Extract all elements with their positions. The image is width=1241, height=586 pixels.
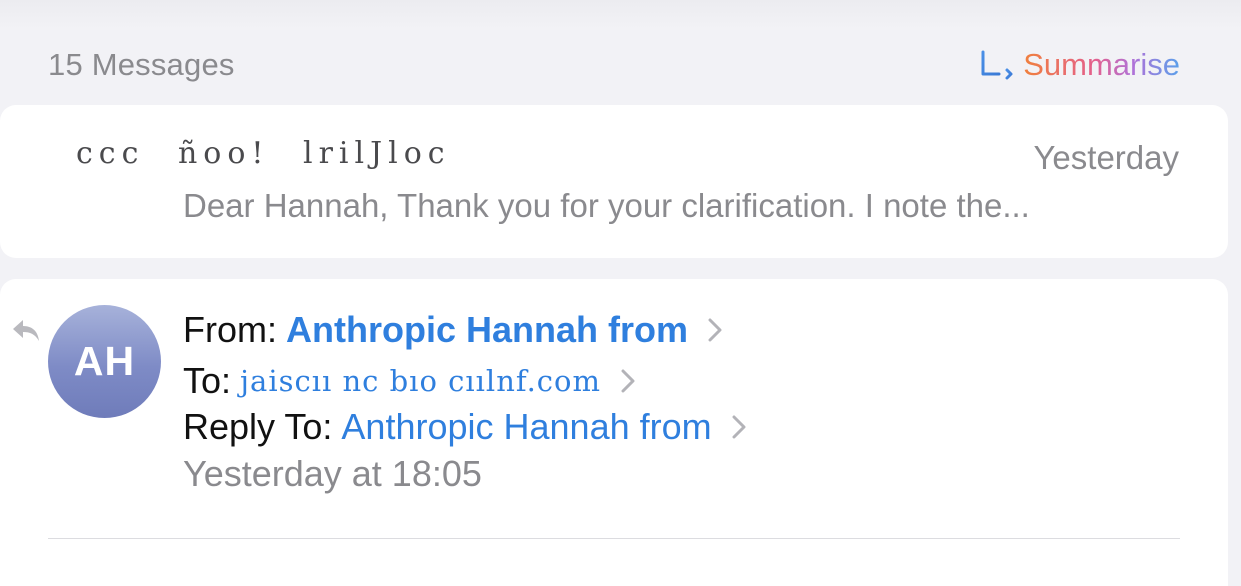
to-label: To:	[183, 360, 232, 401]
summarise-label: Summarise	[1023, 47, 1180, 82]
collapsed-message-card[interactable]	[0, 105, 1228, 258]
avatar[interactable]: AH	[48, 305, 161, 418]
collapsed-message-sender: ccc ñoo! lrilJloc	[76, 136, 451, 171]
to-recipient-address[interactable]: jaiscıı nc bıo cıılnf.com	[240, 364, 601, 398]
chevron-right-icon	[708, 318, 722, 342]
summarise-button[interactable]: Summarise	[979, 47, 1180, 83]
sent-timestamp: Yesterday at 18:05	[183, 453, 482, 494]
reply-to-label: Reply To:	[183, 406, 333, 447]
message-count: 15 Messages	[48, 47, 235, 82]
thread-header: 15 Messages Summarise	[48, 42, 1180, 88]
collapsed-message-preview: Dear Hannah, Thank you for your clarific…	[183, 187, 1030, 224]
avatar-initials: AH	[73, 338, 136, 384]
reply-to-name[interactable]: Anthropic Hannah from	[341, 406, 711, 448]
from-sender-name[interactable]: Anthropic Hannah from	[286, 309, 688, 351]
collapsed-message-date: Yesterday	[1033, 139, 1179, 176]
chevron-right-icon	[732, 415, 746, 439]
reply-icon	[13, 320, 39, 341]
divider	[48, 538, 1180, 539]
from-row[interactable]: From: Anthropic Hannah from	[183, 309, 722, 351]
summarise-icon	[981, 50, 1013, 80]
chevron-right-icon	[621, 369, 635, 393]
reply-to-row[interactable]: Reply To: Anthropic Hannah from	[183, 406, 746, 448]
mail-thread-view: 15 Messages Summarise ccc ñoo! lrilJloc …	[0, 0, 1241, 586]
to-row[interactable]: To: jaiscıı nc bıo cıılnf.com	[183, 360, 635, 402]
from-label: From:	[183, 309, 277, 350]
